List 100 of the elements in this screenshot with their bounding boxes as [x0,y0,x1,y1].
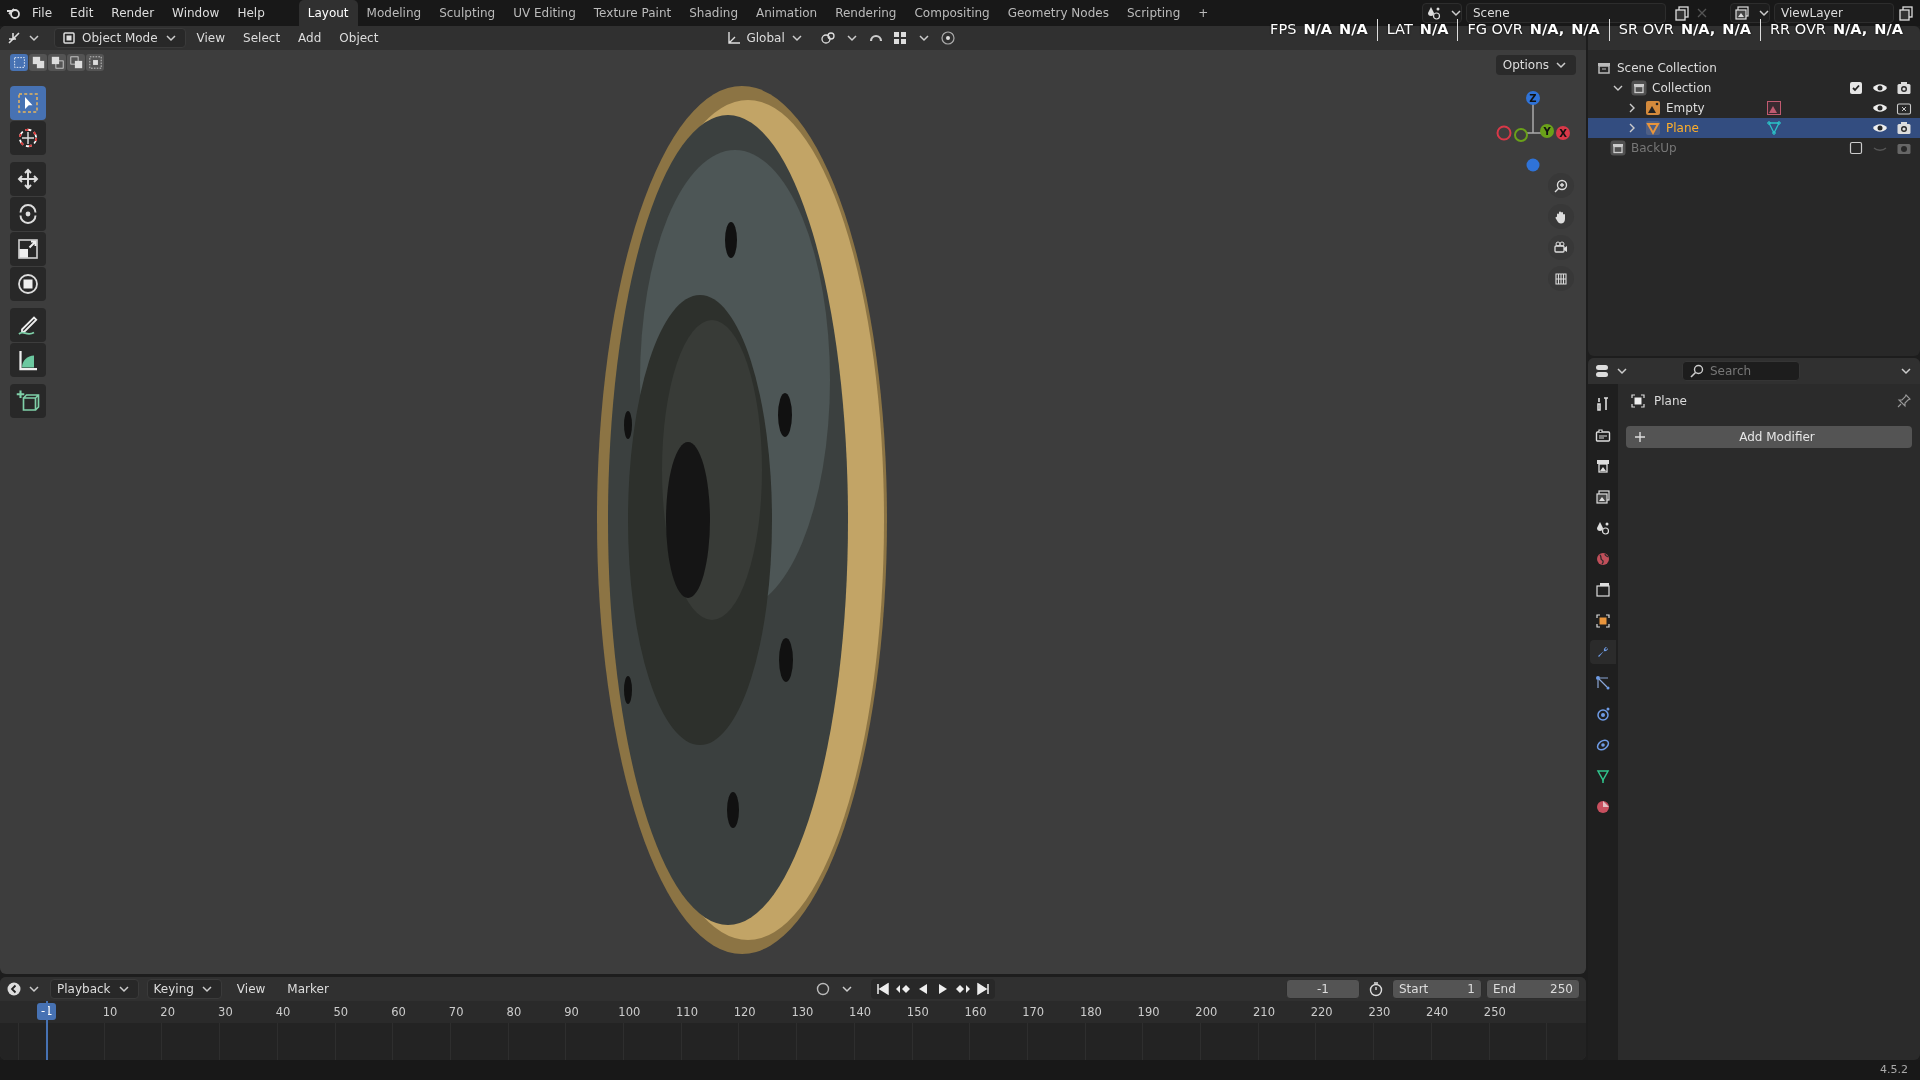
menu-item[interactable]: Edit [62,2,102,24]
tool-button[interactable] [10,232,46,266]
tool-button[interactable] [10,121,46,155]
workspace-tab[interactable]: Layout [298,0,358,26]
menu-item[interactable]: View [189,29,233,47]
pin-icon[interactable] [1896,393,1912,409]
workspace-tab[interactable]: Compositing [905,0,999,26]
axis-handle[interactable]: Z [1526,91,1540,105]
axis-handle[interactable] [1526,158,1540,172]
scene-icon[interactable] [1426,5,1442,21]
add-cube-icon [16,389,40,413]
snap-grid-icon[interactable] [891,30,908,46]
menu-item[interactable]: Object [332,29,386,47]
camera-icon[interactable] [1896,100,1912,116]
start-frame-field[interactable]: Start 1 [1392,979,1482,1000]
menu-item[interactable]: Marker [280,980,336,999]
field-value: 250 [1550,981,1573,999]
select-mode-button[interactable] [48,54,66,71]
outliner-row[interactable]: Collection [1588,78,1920,98]
collection-box-icon [1596,60,1612,76]
workspace-tab[interactable]: Rendering [826,0,906,26]
menu-item[interactable]: File [24,2,61,24]
record-icon[interactable] [814,981,831,998]
outliner-row[interactable]: Plane [1588,118,1920,138]
frame-number: 110 [675,1004,699,1022]
stat-value: N/A [1303,20,1333,39]
image-data-icon[interactable] [1766,100,1782,116]
workspace-tab[interactable]: Texture Paint [584,0,681,26]
workspace-tab[interactable]: Scripting [1117,0,1190,26]
scene-field[interactable]: Scene [1466,3,1666,23]
workspace-tab[interactable]: Shading [680,0,747,26]
field-value: 1 [1467,981,1475,999]
frame-field[interactable]: -1 [1286,979,1360,1000]
end-frame-field[interactable]: End 250 [1486,979,1580,1000]
frame-number: 150 [905,1004,930,1022]
pivot-icon[interactable] [819,30,836,46]
menu-item[interactable]: Render [103,2,163,24]
workspace-tab[interactable]: Modeling [357,0,431,26]
workspace-tab[interactable]: Sculpting [430,0,505,26]
select-mode-button[interactable] [86,54,104,71]
search-input[interactable]: Search [1710,362,1800,380]
viewport-nav-button[interactable] [1548,266,1574,291]
mesh-data-icon[interactable] [1766,120,1782,136]
select-mode-button[interactable] [29,54,47,71]
camera-icon [1595,427,1611,443]
menu-dropdown[interactable]: Playback [50,979,139,1000]
select-mode-button[interactable] [67,54,85,71]
workspace-tab[interactable]: Animation [747,0,827,26]
stat-value: N/A, [1680,20,1716,39]
timeline-editor-icon[interactable] [6,981,22,998]
camera-icon[interactable] [1896,120,1912,136]
menu-item[interactable]: Add [291,29,329,47]
menu-dropdown[interactable]: Keying [146,979,222,1000]
checkbox-icon[interactable] [1848,80,1864,96]
orientation-dropdown[interactable]: Global [719,29,812,47]
tool-button[interactable] [10,308,46,342]
item-label: Empty [1666,100,1706,117]
frame-number: 250 [1482,1004,1507,1022]
frame-number: 50 [332,1004,350,1022]
mode-dropdown[interactable]: Object Mode [54,28,186,48]
menu-item[interactable]: Window [164,2,228,24]
camera-icon[interactable] [1896,80,1912,96]
proportional-edit-icon[interactable] [939,30,956,46]
blender-logo-icon[interactable] [6,5,22,21]
outliner-row[interactable]: Scene Collection [1588,58,1920,78]
stopwatch-icon[interactable] [1368,981,1384,998]
options-dropdown[interactable]: Options [1495,55,1576,75]
add-workspace-button[interactable]: + [1189,0,1218,26]
select-mode-button[interactable] [10,54,28,71]
sphere-icon [1595,799,1611,815]
image-stack-icon[interactable] [1734,5,1750,21]
menu-item[interactable]: View [229,980,273,999]
workspace-tab[interactable]: UV Editing [504,0,585,26]
viewport-nav-button[interactable] [1548,173,1574,198]
stat-label: RR OVR [1770,20,1826,39]
tool-button[interactable] [10,267,46,301]
copy-icon[interactable] [1674,5,1690,21]
copy-icon[interactable] [1898,5,1914,21]
tool-button[interactable] [10,197,46,231]
editor-type-icon[interactable] [6,30,22,46]
search-field[interactable]: Search [1682,361,1800,381]
axis-handle[interactable]: X [1556,126,1570,140]
outliner-row[interactable]: Empty [1588,98,1920,118]
viewport-nav-button[interactable] [1548,235,1574,260]
view-layer-field[interactable]: ViewLayer [1774,3,1894,23]
tool-button[interactable] [10,384,46,418]
jump-start-icon[interactable] [874,981,891,998]
frame-number: 100 [617,1004,642,1022]
properties-editor-icon[interactable] [1594,363,1610,379]
axis-handle[interactable] [1514,128,1528,142]
axis-handle[interactable]: Y [1540,124,1554,138]
viewport-nav-button[interactable] [1548,204,1574,229]
tool-button[interactable] [10,343,46,377]
menu-item[interactable]: Help [229,2,273,24]
menu-item[interactable]: Select [236,29,288,47]
workspace-tab[interactable]: Geometry Nodes [998,0,1118,26]
jump-end-icon[interactable] [974,981,991,998]
axis-handle[interactable] [1496,125,1512,141]
add-modifier-button[interactable]: Add Modifier [1626,426,1912,448]
tool-button[interactable] [10,162,46,196]
